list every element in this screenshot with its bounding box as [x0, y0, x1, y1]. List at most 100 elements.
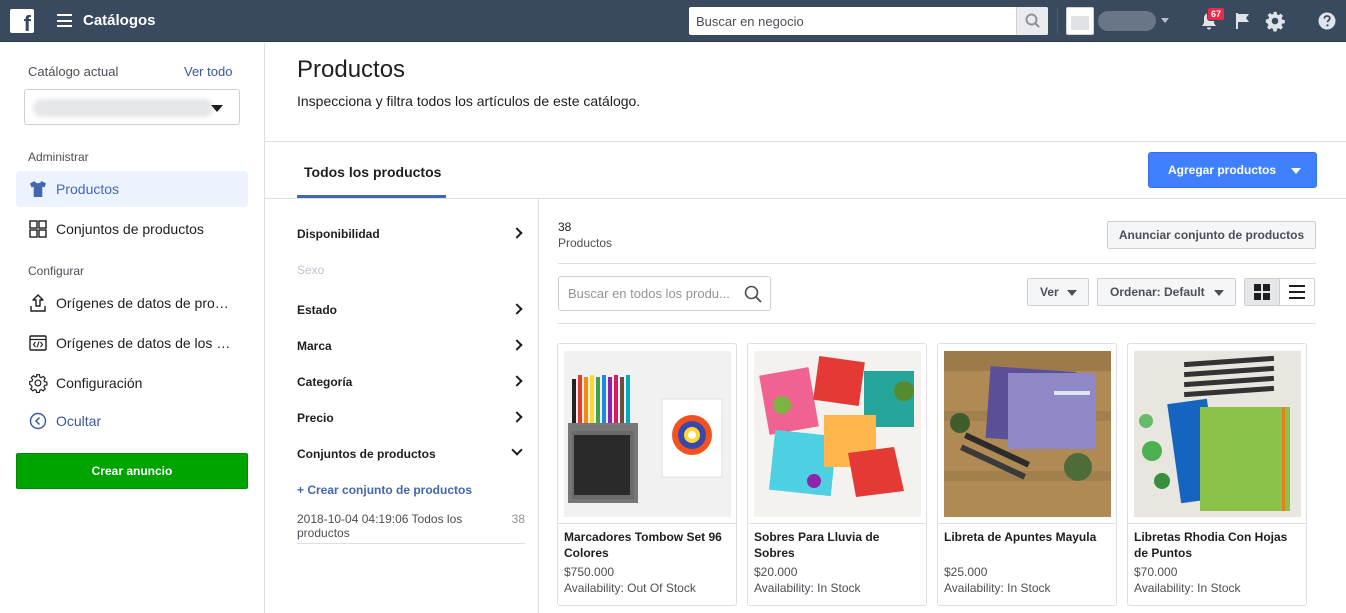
- product-set-row[interactable]: 2018-10-04 04:19:06 Todos los productos …: [297, 512, 525, 544]
- product-availability: Availability: Out Of Stock: [564, 581, 696, 595]
- search-button[interactable]: [1016, 7, 1048, 35]
- see-all-link[interactable]: Ver todo: [184, 64, 232, 79]
- filters-panel: Disponibilidad Sexo Estado Marca Categor…: [265, 199, 539, 613]
- catalog-selector[interactable]: [24, 89, 240, 125]
- card-divider: [1128, 523, 1306, 524]
- product-card[interactable]: Libreta de Apuntes Mayula $25.000 Availa…: [937, 343, 1117, 606]
- card-divider: [558, 523, 736, 524]
- promote-product-set-button[interactable]: Anunciar conjunto de productos: [1107, 221, 1316, 249]
- product-title: Libreta de Apuntes Mayula: [944, 530, 1097, 544]
- product-search: [558, 276, 771, 311]
- catalog-name-redacted: [33, 99, 213, 117]
- chevron-left-circle-icon: [29, 412, 47, 430]
- dropdown-caret-icon: [1214, 290, 1224, 296]
- filter-category[interactable]: Categoría: [297, 373, 525, 393]
- dropdown-caret-icon: [1291, 168, 1301, 174]
- business-search-input[interactable]: [689, 7, 1015, 35]
- sidebar-item-label: Orígenes de datos de los eventos: [56, 335, 236, 351]
- grid-view-toggle[interactable]: [1244, 278, 1280, 306]
- flag-icon[interactable]: [1233, 11, 1253, 31]
- tab-label: Todos los productos: [304, 164, 442, 180]
- filter-gender: Sexo: [297, 261, 525, 281]
- page-switcher-caret-icon[interactable]: [1161, 18, 1169, 23]
- sidebar: Catálogo actual Ver todo Administrar Pro…: [0, 43, 265, 613]
- chevron-right-icon: [511, 303, 523, 315]
- grid-view-icon: [1254, 284, 1270, 300]
- tab-all-products[interactable]: Todos los productos: [297, 142, 446, 198]
- filter-price[interactable]: Precio: [297, 409, 525, 429]
- filter-product-sets[interactable]: Conjuntos de productos: [297, 444, 525, 465]
- filter-label: Disponibilidad: [297, 227, 380, 241]
- business-search: [689, 7, 1048, 35]
- sidebar-item-event-data-sources[interactable]: Orígenes de datos de los eventos: [16, 325, 248, 361]
- dropdown-caret-icon: [211, 105, 223, 112]
- list-view-toggle[interactable]: [1279, 278, 1315, 306]
- add-products-label: Agregar productos: [1168, 163, 1277, 177]
- upload-icon: [30, 294, 46, 312]
- sidebar-item-settings[interactable]: Configuración: [16, 365, 248, 401]
- sidebar-item-product-sets[interactable]: Conjuntos de productos: [16, 211, 248, 247]
- help-icon[interactable]: [1317, 11, 1337, 31]
- sidebar-item-label: Configuración: [56, 375, 143, 391]
- sidebar-item-label: Conjuntos de productos: [56, 221, 204, 237]
- product-image: [1134, 351, 1301, 517]
- app-title[interactable]: Catálogos: [83, 12, 156, 29]
- product-card[interactable]: Sobres Para Lluvia de Sobres $20.000 Ava…: [747, 343, 927, 606]
- chevron-right-icon: [511, 227, 523, 239]
- sort-label: Ordenar: Default: [1110, 285, 1205, 299]
- sort-button[interactable]: Ordenar: Default: [1097, 278, 1236, 306]
- product-image: [754, 351, 921, 517]
- product-availability: Availability: In Stock: [1134, 581, 1241, 595]
- create-ad-button[interactable]: Crear anuncio: [16, 453, 248, 489]
- search-icon: [1025, 13, 1040, 28]
- sidebar-item-hide[interactable]: Ocultar: [16, 403, 248, 439]
- grid-divider: [558, 323, 1316, 324]
- sidebar-item-label: Ocultar: [56, 413, 102, 429]
- settings-gear-icon[interactable]: [1264, 10, 1286, 32]
- product-image: [944, 351, 1111, 517]
- top-bar-divider: [1057, 8, 1058, 34]
- filter-availability[interactable]: Disponibilidad: [297, 225, 525, 245]
- filter-label: Precio: [297, 411, 334, 425]
- product-price: $25.000: [944, 565, 988, 579]
- sidebar-item-label: Orígenes de datos de productos: [56, 295, 236, 311]
- add-products-button[interactable]: Agregar productos: [1148, 152, 1317, 188]
- sidebar-item-products[interactable]: Productos: [16, 171, 248, 207]
- facebook-logo[interactable]: f: [10, 9, 34, 35]
- code-icon: [29, 335, 47, 351]
- product-availability: Availability: In Stock: [754, 581, 861, 595]
- filter-label: Sexo: [297, 263, 325, 277]
- product-title: Marcadores Tombow Set 96 Colores: [564, 530, 722, 560]
- chevron-right-icon: [511, 411, 523, 423]
- chevron-down-icon: [511, 444, 523, 456]
- product-price: $20.000: [754, 565, 798, 579]
- filter-condition[interactable]: Estado: [297, 301, 525, 321]
- product-card[interactable]: Marcadores Tombow Set 96 Colores $750.00…: [557, 343, 737, 606]
- grid-icon: [29, 220, 47, 238]
- chevron-right-icon: [511, 375, 523, 387]
- product-set-name: 2018-10-04 04:19:06 Todos los productos: [297, 512, 463, 540]
- page-subtitle: Inspecciona y filtra todos los artículos…: [297, 93, 641, 109]
- notification-badge: 67: [1207, 7, 1226, 21]
- page-title: Productos: [297, 56, 406, 83]
- current-catalog-label: Catálogo actual: [28, 64, 119, 79]
- product-title: Libretas Rhodia Con Hojas de Puntos: [1134, 530, 1288, 560]
- product-search-input[interactable]: [559, 277, 739, 310]
- page-avatar[interactable]: [1066, 7, 1094, 35]
- dropdown-caret-icon: [1067, 290, 1077, 296]
- product-card[interactable]: Libretas Rhodia Con Hojas de Puntos $70.…: [1127, 343, 1307, 606]
- hamburger-menu-icon[interactable]: [57, 14, 72, 27]
- section-manage: Administrar: [28, 150, 89, 164]
- sidebar-item-product-data-sources[interactable]: Orígenes de datos de productos: [16, 285, 248, 321]
- page-name-redacted[interactable]: [1098, 11, 1156, 31]
- product-price: $70.000: [1134, 565, 1178, 579]
- card-divider: [938, 523, 1116, 524]
- filter-brand[interactable]: Marca: [297, 337, 525, 357]
- filter-label: Conjuntos de productos: [297, 447, 436, 461]
- filter-label: Marca: [297, 339, 332, 353]
- gear-icon: [29, 374, 48, 393]
- product-count-label: Productos: [558, 236, 613, 250]
- create-product-set-link[interactable]: + Crear conjunto de productos: [297, 483, 472, 497]
- product-price: $750.000: [564, 565, 615, 579]
- view-options-button[interactable]: Ver: [1027, 278, 1089, 306]
